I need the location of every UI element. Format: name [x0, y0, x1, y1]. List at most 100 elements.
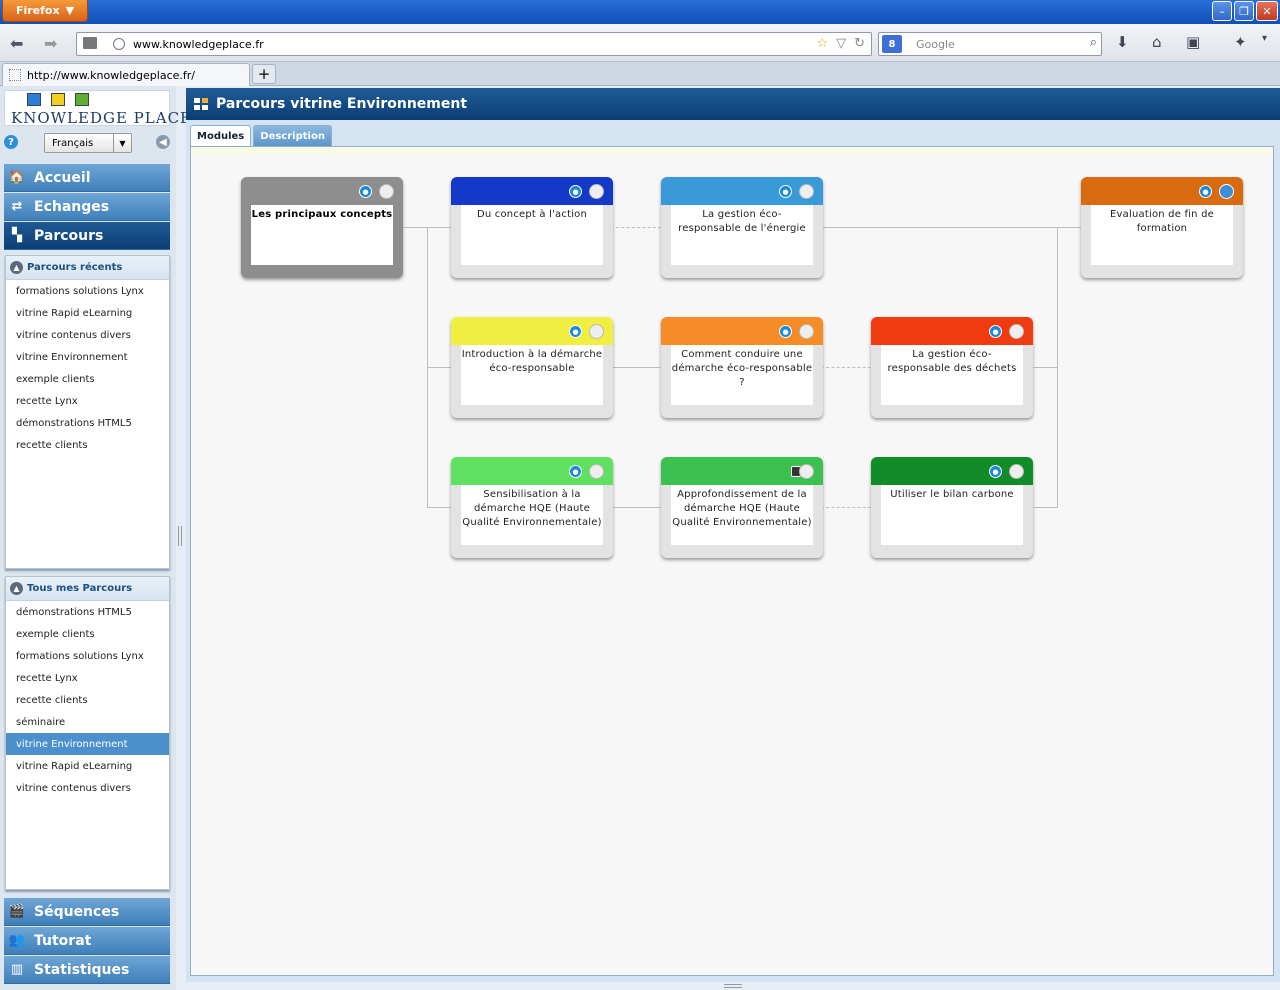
panel-header[interactable]: ▲ Parcours récents	[6, 256, 169, 280]
search-input[interactable]: Google	[916, 38, 955, 51]
panel-header[interactable]: ▲ Tous mes Parcours	[6, 577, 169, 601]
collapse-icon[interactable]: ▲	[10, 261, 23, 274]
user-icon: ●	[989, 325, 1002, 338]
list-item[interactable]: vitrine contenus divers	[6, 324, 169, 346]
bookmarks-icon[interactable]: ▣	[1186, 33, 1200, 51]
dropdown-icon[interactable]: ▽	[836, 36, 846, 51]
resize-grip[interactable]	[724, 984, 742, 988]
progress-status-icon	[589, 324, 604, 339]
all-parcours-panel: ▲ Tous mes Parcours démonstrations HTML5…	[5, 576, 170, 890]
minimize-button[interactable]: –	[1212, 1, 1232, 21]
list-item[interactable]: vitrine Rapid eLearning	[6, 755, 169, 777]
user-icon: ●	[779, 185, 792, 198]
module-card[interactable]: ● Du concept à l'action	[451, 177, 613, 278]
list-item[interactable]: recette Lynx	[6, 667, 169, 689]
search-bar[interactable]: 8 Google ⌕	[878, 32, 1102, 56]
menu-echanges[interactable]: ⇄ Echanges	[4, 193, 170, 221]
module-header: ●	[451, 317, 613, 345]
module-header: ●	[241, 177, 403, 205]
content-area: Modules Description ● Les principaux conc…	[186, 120, 1280, 982]
module-card[interactable]: ● La gestion éco-responsable des déchets	[871, 317, 1033, 418]
module-label: Introduction à la démarche éco-responsab…	[461, 345, 603, 405]
language-select[interactable]: Français ▼	[44, 133, 132, 153]
module-card[interactable]: ● Comment conduire une démarche éco-respo…	[661, 317, 823, 418]
module-card[interactable]: ● Evaluation de fin de formation	[1081, 177, 1243, 278]
progress-status-icon	[799, 184, 814, 199]
collapse-icon[interactable]: ▲	[10, 582, 23, 595]
list-item[interactable]: formations solutions Lynx	[6, 645, 169, 667]
list-item[interactable]: exemple clients	[6, 623, 169, 645]
browser-tab[interactable]: http://www.knowledgeplace.fr/	[2, 63, 250, 86]
module-header: ●	[451, 177, 613, 205]
url-text[interactable]: www.knowledgeplace.fr	[133, 38, 264, 51]
list-item[interactable]: formations solutions Lynx	[6, 280, 169, 302]
statistics-icon: ▥	[10, 962, 24, 977]
menu-statistiques[interactable]: ▥ Statistiques	[4, 956, 170, 984]
browser-titlebar: Firefox ▼ – ❐ ✕	[0, 0, 1280, 24]
module-card[interactable]: ● Introduction à la démarche éco-responsa…	[451, 317, 613, 418]
new-tab-button[interactable]: +	[252, 64, 276, 84]
menu-tutorat[interactable]: 👥 Tutorat	[4, 927, 170, 955]
exchange-icon: ⇄	[11, 199, 23, 214]
progress-status-icon	[589, 184, 604, 199]
page-icon	[9, 69, 21, 81]
download-icon[interactable]: ⬇	[1116, 33, 1129, 51]
list-item[interactable]: démonstrations HTML5	[6, 412, 169, 434]
module-card[interactable]: ● Les principaux concepts	[241, 177, 403, 278]
menu-parcours[interactable]: ▚ Parcours	[4, 222, 170, 250]
list-item[interactable]: démonstrations HTML5	[6, 601, 169, 623]
list-item[interactable]: vitrine Rapid eLearning	[6, 302, 169, 324]
list-item[interactable]: vitrine Environnement	[6, 733, 169, 755]
help-icon[interactable]: ?	[4, 135, 18, 149]
addon-icon[interactable]: ✦	[1234, 33, 1247, 51]
chevron-down-icon: ▼	[113, 134, 131, 152]
tab-modules[interactable]: Modules	[190, 125, 252, 146]
back-icon[interactable]: ◀	[156, 135, 170, 149]
progress-status-icon	[379, 184, 394, 199]
progress-status-icon	[1219, 184, 1234, 199]
module-label: La gestion éco-responsable de l'énergie	[671, 205, 813, 265]
tab-description[interactable]: Description	[253, 125, 332, 146]
module-label: Evaluation de fin de formation	[1091, 205, 1233, 265]
module-card[interactable]: Approfondissement de la démarche HQE (Ha…	[661, 457, 823, 558]
user-icon: ●	[569, 325, 582, 338]
list-item[interactable]: exemple clients	[6, 368, 169, 390]
sidebar-splitter[interactable]	[178, 526, 182, 546]
list-item[interactable]: séminaire	[6, 711, 169, 733]
search-icon[interactable]: ⌕	[1090, 35, 1097, 50]
list-item[interactable]: vitrine contenus divers	[6, 777, 169, 799]
menu-accueil[interactable]: 🏠 Accueil	[4, 164, 170, 192]
restore-button[interactable]: ❐	[1234, 1, 1254, 21]
menu-sequences[interactable]: 🎬 Séquences	[4, 898, 170, 926]
identity-icon[interactable]	[83, 37, 97, 49]
home-icon[interactable]: ⌂	[1152, 33, 1162, 51]
module-card[interactable]: ● La gestion éco-responsable de l'énergie	[661, 177, 823, 278]
reload-icon[interactable]: ↻	[854, 36, 865, 51]
recent-parcours-panel: ▲ Parcours récents formations solutions …	[5, 255, 170, 569]
user-icon: ●	[779, 325, 792, 338]
forward-icon[interactable]: ➡	[44, 34, 57, 53]
module-header: ●	[661, 177, 823, 205]
google-icon[interactable]: 8	[882, 35, 902, 53]
user-icon: ●	[569, 465, 582, 478]
progress-status-icon	[799, 464, 814, 479]
url-bar[interactable]: www.knowledgeplace.fr ☆ ▽ ↻	[76, 32, 872, 56]
firefox-menu-button[interactable]: Firefox ▼	[2, 0, 88, 22]
back-icon[interactable]: ⬅	[10, 34, 23, 53]
module-header: ●	[661, 317, 823, 345]
bookmark-star-icon[interactable]: ☆	[816, 36, 828, 51]
module-label: Du concept à l'action	[461, 205, 603, 265]
module-card[interactable]: ● Sensibilisation à la démarche HQE (Haut…	[451, 457, 613, 558]
modules-canvas: ● Les principaux concepts ● Du concept à l'…	[190, 146, 1274, 976]
module-label: Approfondissement de la démarche HQE (Ha…	[671, 485, 813, 545]
list-item[interactable]: vitrine Environnement	[6, 346, 169, 368]
list-item[interactable]: recette clients	[6, 689, 169, 711]
module-header: ●	[451, 457, 613, 485]
module-label: Comment conduire une démarche éco-respon…	[671, 345, 813, 405]
list-item[interactable]: recette Lynx	[6, 390, 169, 412]
overflow-icon[interactable]: ▾	[1262, 33, 1267, 44]
user-icon: ●	[569, 185, 582, 198]
close-button[interactable]: ✕	[1256, 1, 1278, 21]
list-item[interactable]: recette clients	[6, 434, 169, 456]
module-card[interactable]: ● Utiliser le bilan carbone	[871, 457, 1033, 558]
